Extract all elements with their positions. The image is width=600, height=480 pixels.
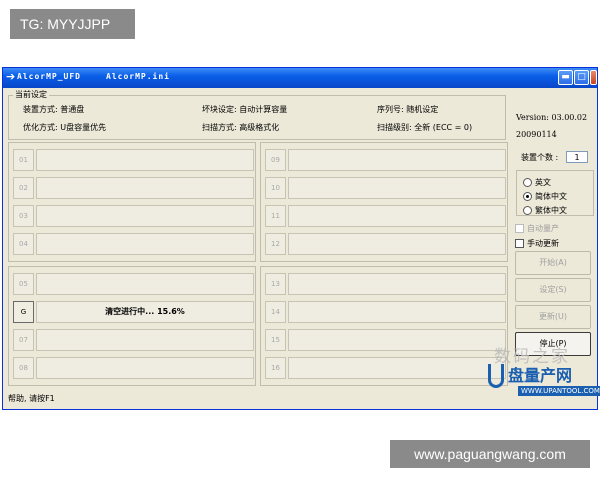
port-status bbox=[36, 273, 254, 295]
settings-button[interactable]: 设定(S) bbox=[515, 278, 591, 302]
port-row-active: G 清空进行中... 15.6% bbox=[13, 301, 254, 323]
port-row: 01 bbox=[13, 149, 254, 171]
bad-block-setting: 坏块设定: 自动计算容量 bbox=[202, 105, 288, 114]
language-option-traditional[interactable]: 繁体中文 bbox=[523, 205, 567, 216]
radio-icon bbox=[523, 178, 532, 187]
u-logo-icon bbox=[488, 364, 504, 388]
port-status bbox=[288, 301, 506, 323]
port-button[interactable]: 09 bbox=[265, 149, 286, 171]
device-count-field[interactable]: 1 bbox=[566, 151, 588, 163]
port-row: 10 bbox=[265, 177, 506, 199]
port-row: 02 bbox=[13, 177, 254, 199]
port-row: 08 bbox=[13, 357, 254, 379]
minimize-icon: ▬ bbox=[561, 72, 570, 82]
port-button[interactable]: 01 bbox=[13, 149, 34, 171]
language-label: 简体中文 bbox=[535, 192, 567, 201]
radio-selected-icon bbox=[523, 192, 532, 201]
port-button[interactable]: 05 bbox=[13, 273, 34, 295]
port-panel-1-4: 01 02 03 04 bbox=[8, 142, 256, 262]
optimize-mode: 优化方式: U盘容量优先 bbox=[23, 123, 107, 132]
manual-update-label: 手动更新 bbox=[527, 239, 559, 248]
port-status bbox=[36, 233, 254, 255]
port-panel-13-16: 13 14 15 16 bbox=[260, 266, 508, 386]
port-status bbox=[36, 205, 254, 227]
start-button[interactable]: 开始(A) bbox=[515, 251, 591, 275]
close-button[interactable] bbox=[590, 70, 597, 85]
port-status bbox=[288, 149, 506, 171]
device-count-label: 装置个数 : bbox=[521, 153, 559, 162]
watermark-main-text: 盘量产网 bbox=[508, 366, 573, 385]
port-row: 05 bbox=[13, 273, 254, 295]
port-panel-5-8: 05 G 清空进行中... 15.6% 07 08 bbox=[8, 266, 256, 386]
scan-level: 扫描级别: 全新 (ECC = 0) bbox=[377, 123, 473, 132]
port-button[interactable]: 16 bbox=[265, 357, 286, 379]
manual-update-checkbox[interactable]: 手动更新 bbox=[515, 238, 559, 249]
port-row: 13 bbox=[265, 273, 506, 295]
settings-group-title: 当前设定 bbox=[13, 89, 49, 100]
window-title: AlcorMP_UFD bbox=[17, 72, 81, 81]
port-row: 11 bbox=[265, 205, 506, 227]
watermark-tag-top: TG: MYYJJPP bbox=[10, 9, 135, 39]
port-row: 07 bbox=[13, 329, 254, 351]
port-row: 03 bbox=[13, 205, 254, 227]
port-status bbox=[36, 329, 254, 351]
port-button[interactable]: 08 bbox=[13, 357, 34, 379]
language-option-english[interactable]: 英文 bbox=[523, 177, 551, 188]
port-button[interactable]: 11 bbox=[265, 205, 286, 227]
port-button[interactable]: 13 bbox=[265, 273, 286, 295]
port-status bbox=[288, 177, 506, 199]
port-row: 15 bbox=[265, 329, 506, 351]
serial-setting: 序列号: 随机设定 bbox=[377, 105, 439, 114]
port-panel-9-12: 09 10 11 12 bbox=[260, 142, 508, 262]
port-status bbox=[288, 273, 506, 295]
checkbox-icon bbox=[515, 239, 524, 248]
port-button[interactable]: 03 bbox=[13, 205, 34, 227]
title-bar[interactable]: ➔ AlcorMP_UFD AlcorMP.ini ▬ □ bbox=[3, 68, 597, 88]
language-group: 英文 简体中文 繁体中文 bbox=[516, 170, 594, 216]
version-label: Version: 03.00.02 bbox=[516, 113, 588, 122]
port-status bbox=[36, 357, 254, 379]
language-option-simplified[interactable]: 简体中文 bbox=[523, 191, 567, 202]
port-button[interactable]: G bbox=[13, 301, 34, 323]
watermark-url: WWW.UPANTOOL.COM bbox=[518, 386, 600, 396]
current-settings-group: 当前设定 装置方式: 普通盘 坏块设定: 自动计算容量 序列号: 随机设定 优化… bbox=[8, 89, 506, 140]
language-label: 英文 bbox=[535, 178, 551, 187]
auto-produce-checkbox[interactable]: 自动量产 bbox=[515, 223, 559, 234]
port-status bbox=[288, 329, 506, 351]
port-status bbox=[288, 233, 506, 255]
site-watermark: 数码之家 盘量产网 WWW.UPANTOOL.COM bbox=[480, 342, 600, 410]
port-row: 04 bbox=[13, 233, 254, 255]
checkbox-icon bbox=[515, 224, 524, 233]
port-status bbox=[288, 205, 506, 227]
watermark-tag-bottom: www.paguangwang.com bbox=[390, 440, 590, 468]
port-button[interactable]: 12 bbox=[265, 233, 286, 255]
status-bar-help: 帮助, 请按F1 bbox=[8, 394, 55, 403]
port-button[interactable]: 07 bbox=[13, 329, 34, 351]
port-status bbox=[36, 149, 254, 171]
minimize-button[interactable]: ▬ bbox=[558, 70, 573, 85]
scan-mode: 扫描方式: 高级格式化 bbox=[202, 123, 280, 132]
device-mode: 装置方式: 普通盘 bbox=[23, 105, 85, 114]
port-status bbox=[288, 357, 506, 379]
language-label: 繁体中文 bbox=[535, 206, 567, 215]
maximize-button[interactable]: □ bbox=[574, 70, 589, 85]
port-button[interactable]: 15 bbox=[265, 329, 286, 351]
port-button[interactable]: 10 bbox=[265, 177, 286, 199]
config-file-name: AlcorMP.ini bbox=[106, 72, 170, 81]
port-row: 09 bbox=[265, 149, 506, 171]
port-row: 12 bbox=[265, 233, 506, 255]
port-row: 14 bbox=[265, 301, 506, 323]
port-progress-status: 清空进行中... 15.6% bbox=[36, 301, 254, 323]
port-button[interactable]: 04 bbox=[13, 233, 34, 255]
maximize-icon: □ bbox=[577, 72, 586, 82]
update-button[interactable]: 更新(U) bbox=[515, 305, 591, 329]
port-button[interactable]: 02 bbox=[13, 177, 34, 199]
port-status bbox=[36, 177, 254, 199]
radio-icon bbox=[523, 206, 532, 215]
port-button[interactable]: 14 bbox=[265, 301, 286, 323]
port-row: 16 bbox=[265, 357, 506, 379]
auto-produce-label: 自动量产 bbox=[527, 224, 559, 233]
build-date: 20090114 bbox=[516, 130, 557, 139]
